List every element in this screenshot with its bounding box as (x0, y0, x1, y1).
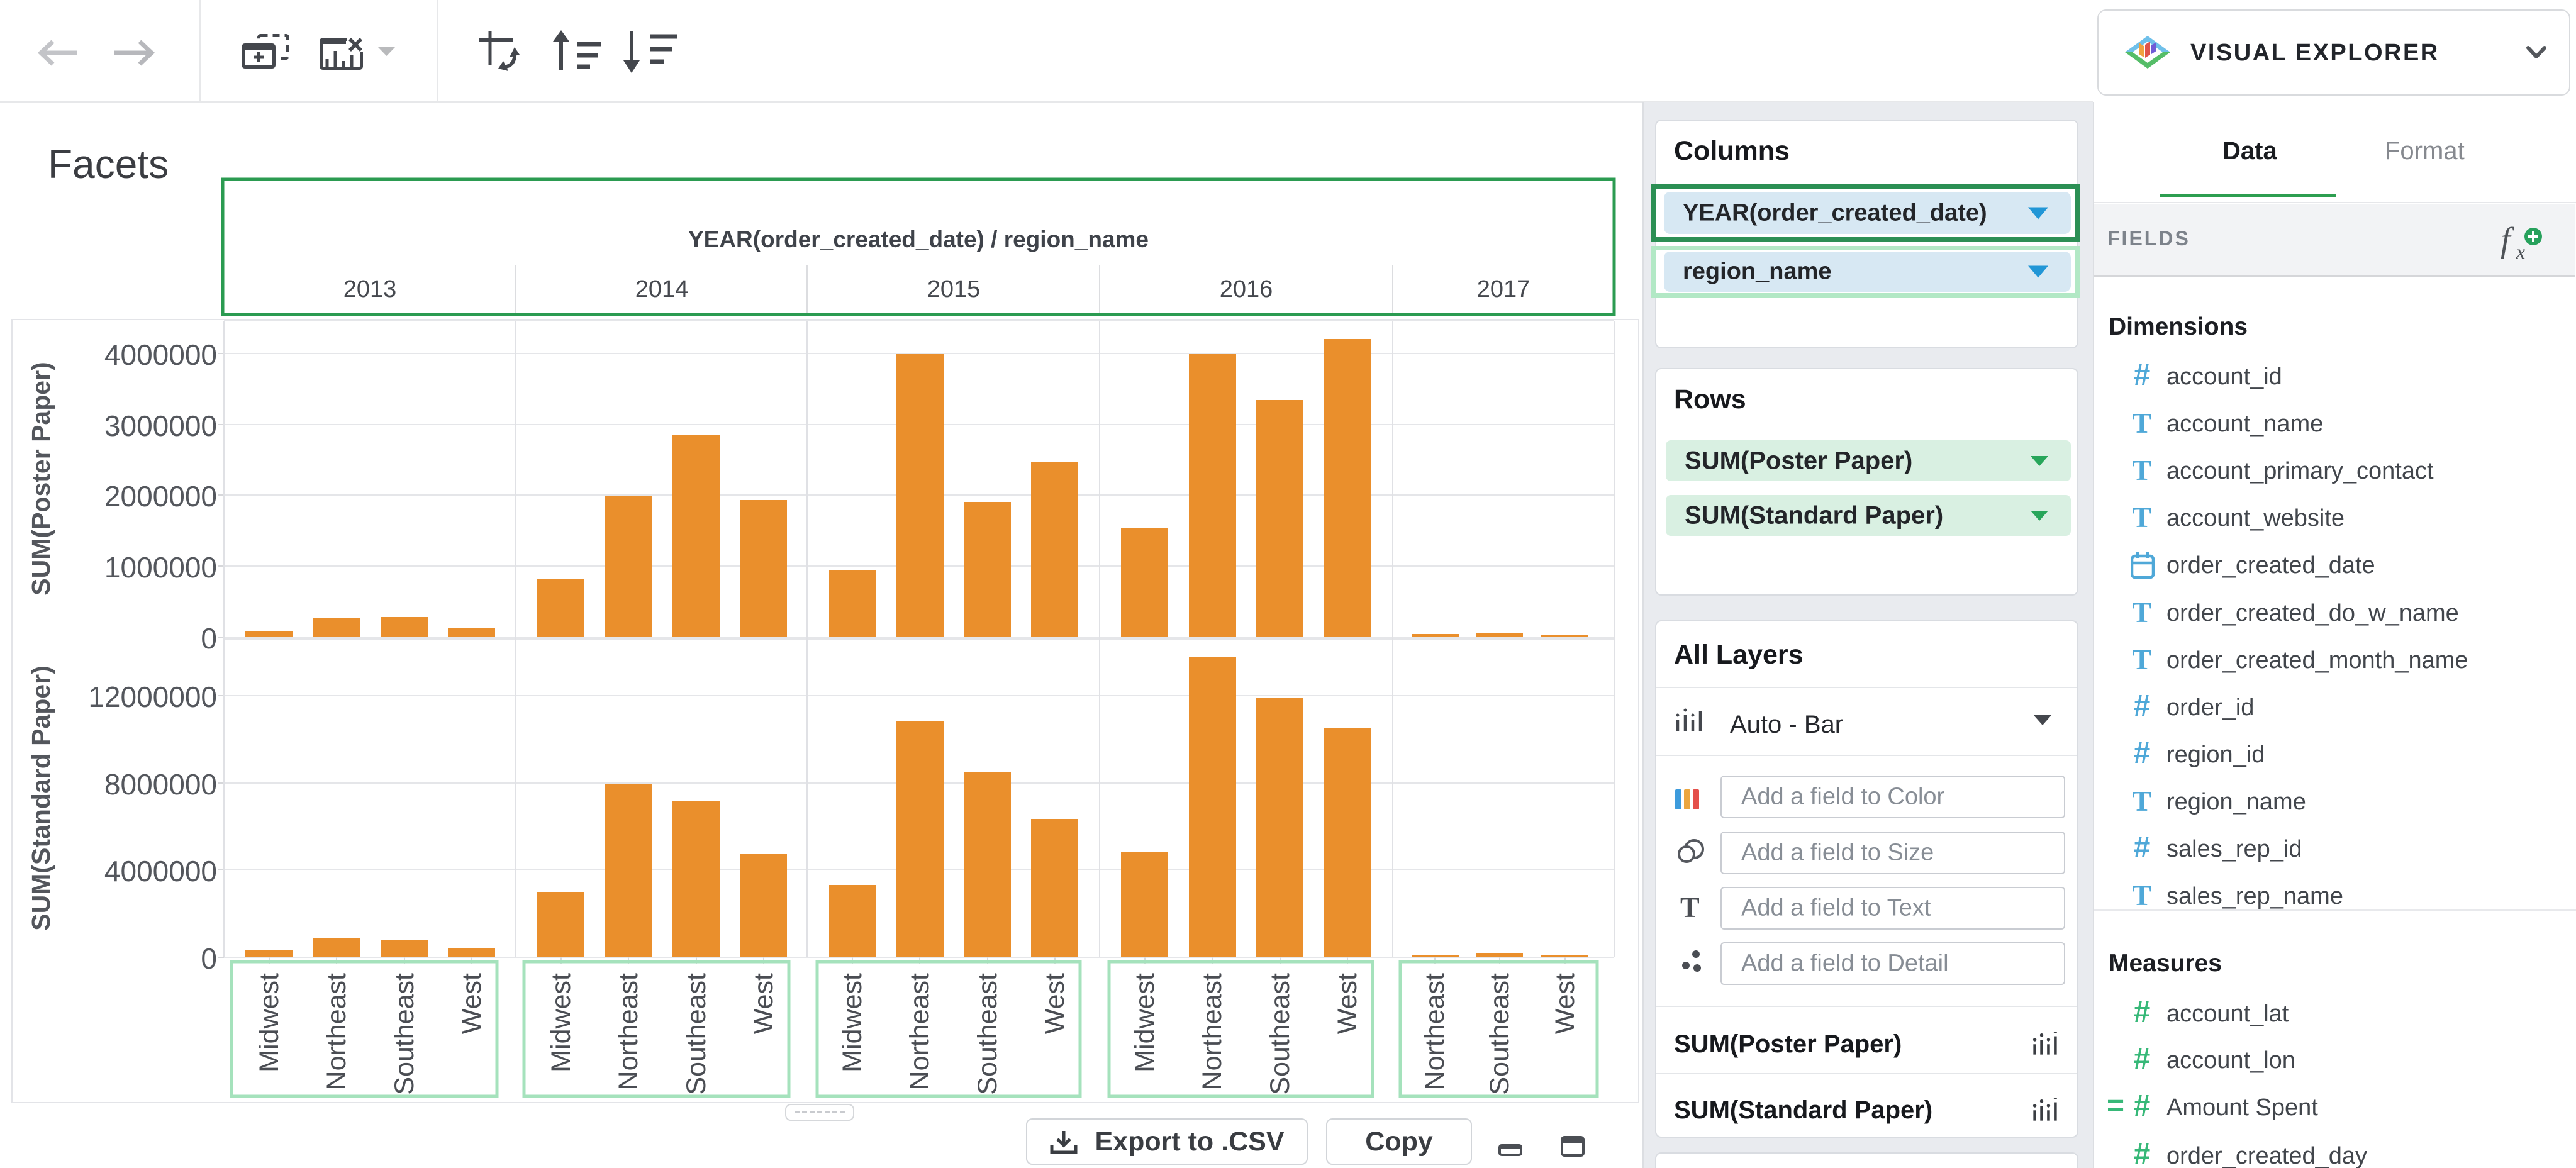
svg-text:2017: 2017 (1477, 276, 1531, 303)
svg-text:8000000: 8000000 (104, 768, 217, 801)
svg-text:Northeast: Northeast (905, 973, 935, 1090)
svg-text:4000000: 4000000 (104, 338, 217, 371)
svg-text:Northeast: Northeast (1420, 973, 1450, 1090)
svg-text:3000000: 3000000 (104, 409, 217, 442)
svg-text:Midwest: Midwest (254, 973, 284, 1072)
svg-text:12000000: 12000000 (88, 681, 217, 713)
svg-text:2000000: 2000000 (104, 480, 217, 513)
svg-text:2015: 2015 (927, 276, 981, 303)
svg-text:SUM(Poster Paper): SUM(Poster Paper) (26, 362, 55, 595)
svg-text:Southeast: Southeast (389, 973, 420, 1095)
svg-text:West: West (1550, 973, 1580, 1034)
svg-text:Northeast: Northeast (1197, 973, 1227, 1090)
svg-text:Southeast: Southeast (973, 973, 1003, 1095)
svg-text:2016: 2016 (1220, 276, 1273, 303)
svg-text:0: 0 (201, 942, 217, 975)
svg-text:1000000: 1000000 (104, 551, 217, 584)
svg-text:Southeast: Southeast (1485, 973, 1515, 1095)
svg-text:Northeast: Northeast (613, 973, 644, 1090)
svg-text:0: 0 (201, 622, 217, 655)
svg-text:Southeast: Southeast (681, 973, 711, 1095)
svg-text:2013: 2013 (343, 276, 397, 303)
svg-text:2014: 2014 (635, 276, 689, 303)
svg-text:Midwest: Midwest (546, 973, 576, 1072)
svg-text:West: West (1040, 973, 1070, 1034)
svg-text:West: West (1332, 973, 1363, 1034)
svg-text:Southeast: Southeast (1265, 973, 1295, 1095)
svg-text:West: West (457, 973, 487, 1034)
svg-text:Facets: Facets (48, 142, 169, 187)
svg-text:Midwest: Midwest (837, 973, 867, 1072)
svg-text:Midwest: Midwest (1130, 973, 1160, 1072)
svg-text:SUM(Standard Paper): SUM(Standard Paper) (26, 665, 55, 930)
svg-text:YEAR(order_created_date) / reg: YEAR(order_created_date) / region_name (688, 226, 1149, 252)
svg-text:4000000: 4000000 (104, 855, 217, 887)
svg-text:f: f (2501, 221, 2515, 260)
svg-text:x: x (2516, 240, 2525, 263)
svg-text:Northeast: Northeast (321, 973, 352, 1090)
svg-text:West: West (749, 973, 779, 1034)
